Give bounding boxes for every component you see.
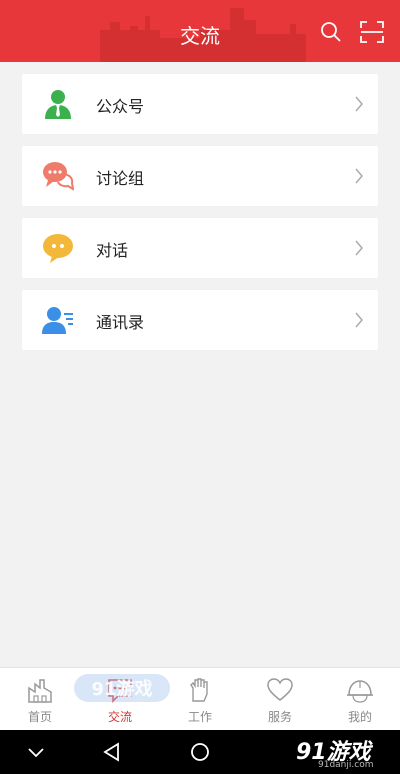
home-icon[interactable]: [188, 741, 212, 763]
chat-bubble-icon: [43, 234, 73, 263]
app-header: 交流: [0, 0, 400, 62]
factory-icon: [28, 679, 52, 703]
glove-icon: [190, 678, 208, 702]
watermark-url: 91danji.com: [318, 760, 374, 770]
menu-item-chat[interactable]: 对话: [22, 218, 378, 278]
menu-item-label: 对话: [96, 241, 129, 260]
menu-item-label: 讨论组: [96, 169, 145, 188]
tab-work[interactable]: 工作: [160, 676, 240, 728]
tab-label: 交流: [107, 710, 132, 724]
down-chevron-icon[interactable]: [24, 741, 48, 763]
tab-label: 工作: [187, 710, 212, 724]
chevron-right-icon: [355, 96, 363, 112]
menu-item-label: 通讯录: [96, 313, 145, 332]
tab-home[interactable]: 首页: [0, 676, 80, 728]
contacts-icon: [42, 307, 73, 334]
chevron-right-icon: [355, 240, 363, 256]
tab-service[interactable]: 服务: [240, 676, 320, 728]
heart-icon: [267, 678, 293, 701]
tab-label: 服务: [267, 710, 292, 724]
bottom-tab-bar: 首页 交流 工作 服务 我的: [0, 667, 400, 730]
menu-item-discussion-group[interactable]: 讨论组: [22, 146, 378, 206]
search-icon[interactable]: [320, 21, 342, 43]
menu-item-contacts[interactable]: 通讯录: [22, 290, 378, 350]
menu-item-label: 公众号: [96, 97, 145, 116]
discussion-group-icon: [43, 162, 74, 191]
system-navigation-bar: 91游戏 91danji.com: [0, 730, 400, 774]
tab-mine[interactable]: 我的: [320, 676, 400, 728]
tab-label: 首页: [27, 710, 52, 724]
svg-text:91游戏: 91游戏: [91, 678, 152, 700]
helmet-icon: [347, 680, 373, 703]
tab-label: 我的: [347, 710, 372, 724]
watermark-logo-icon: 91游戏: [74, 674, 170, 702]
back-icon[interactable]: [100, 741, 124, 763]
chevron-right-icon: [355, 312, 363, 328]
official-account-icon: [45, 90, 71, 119]
chevron-right-icon: [355, 168, 363, 184]
menu-item-official-account[interactable]: 公众号: [22, 74, 378, 134]
scan-icon[interactable]: [360, 21, 384, 43]
